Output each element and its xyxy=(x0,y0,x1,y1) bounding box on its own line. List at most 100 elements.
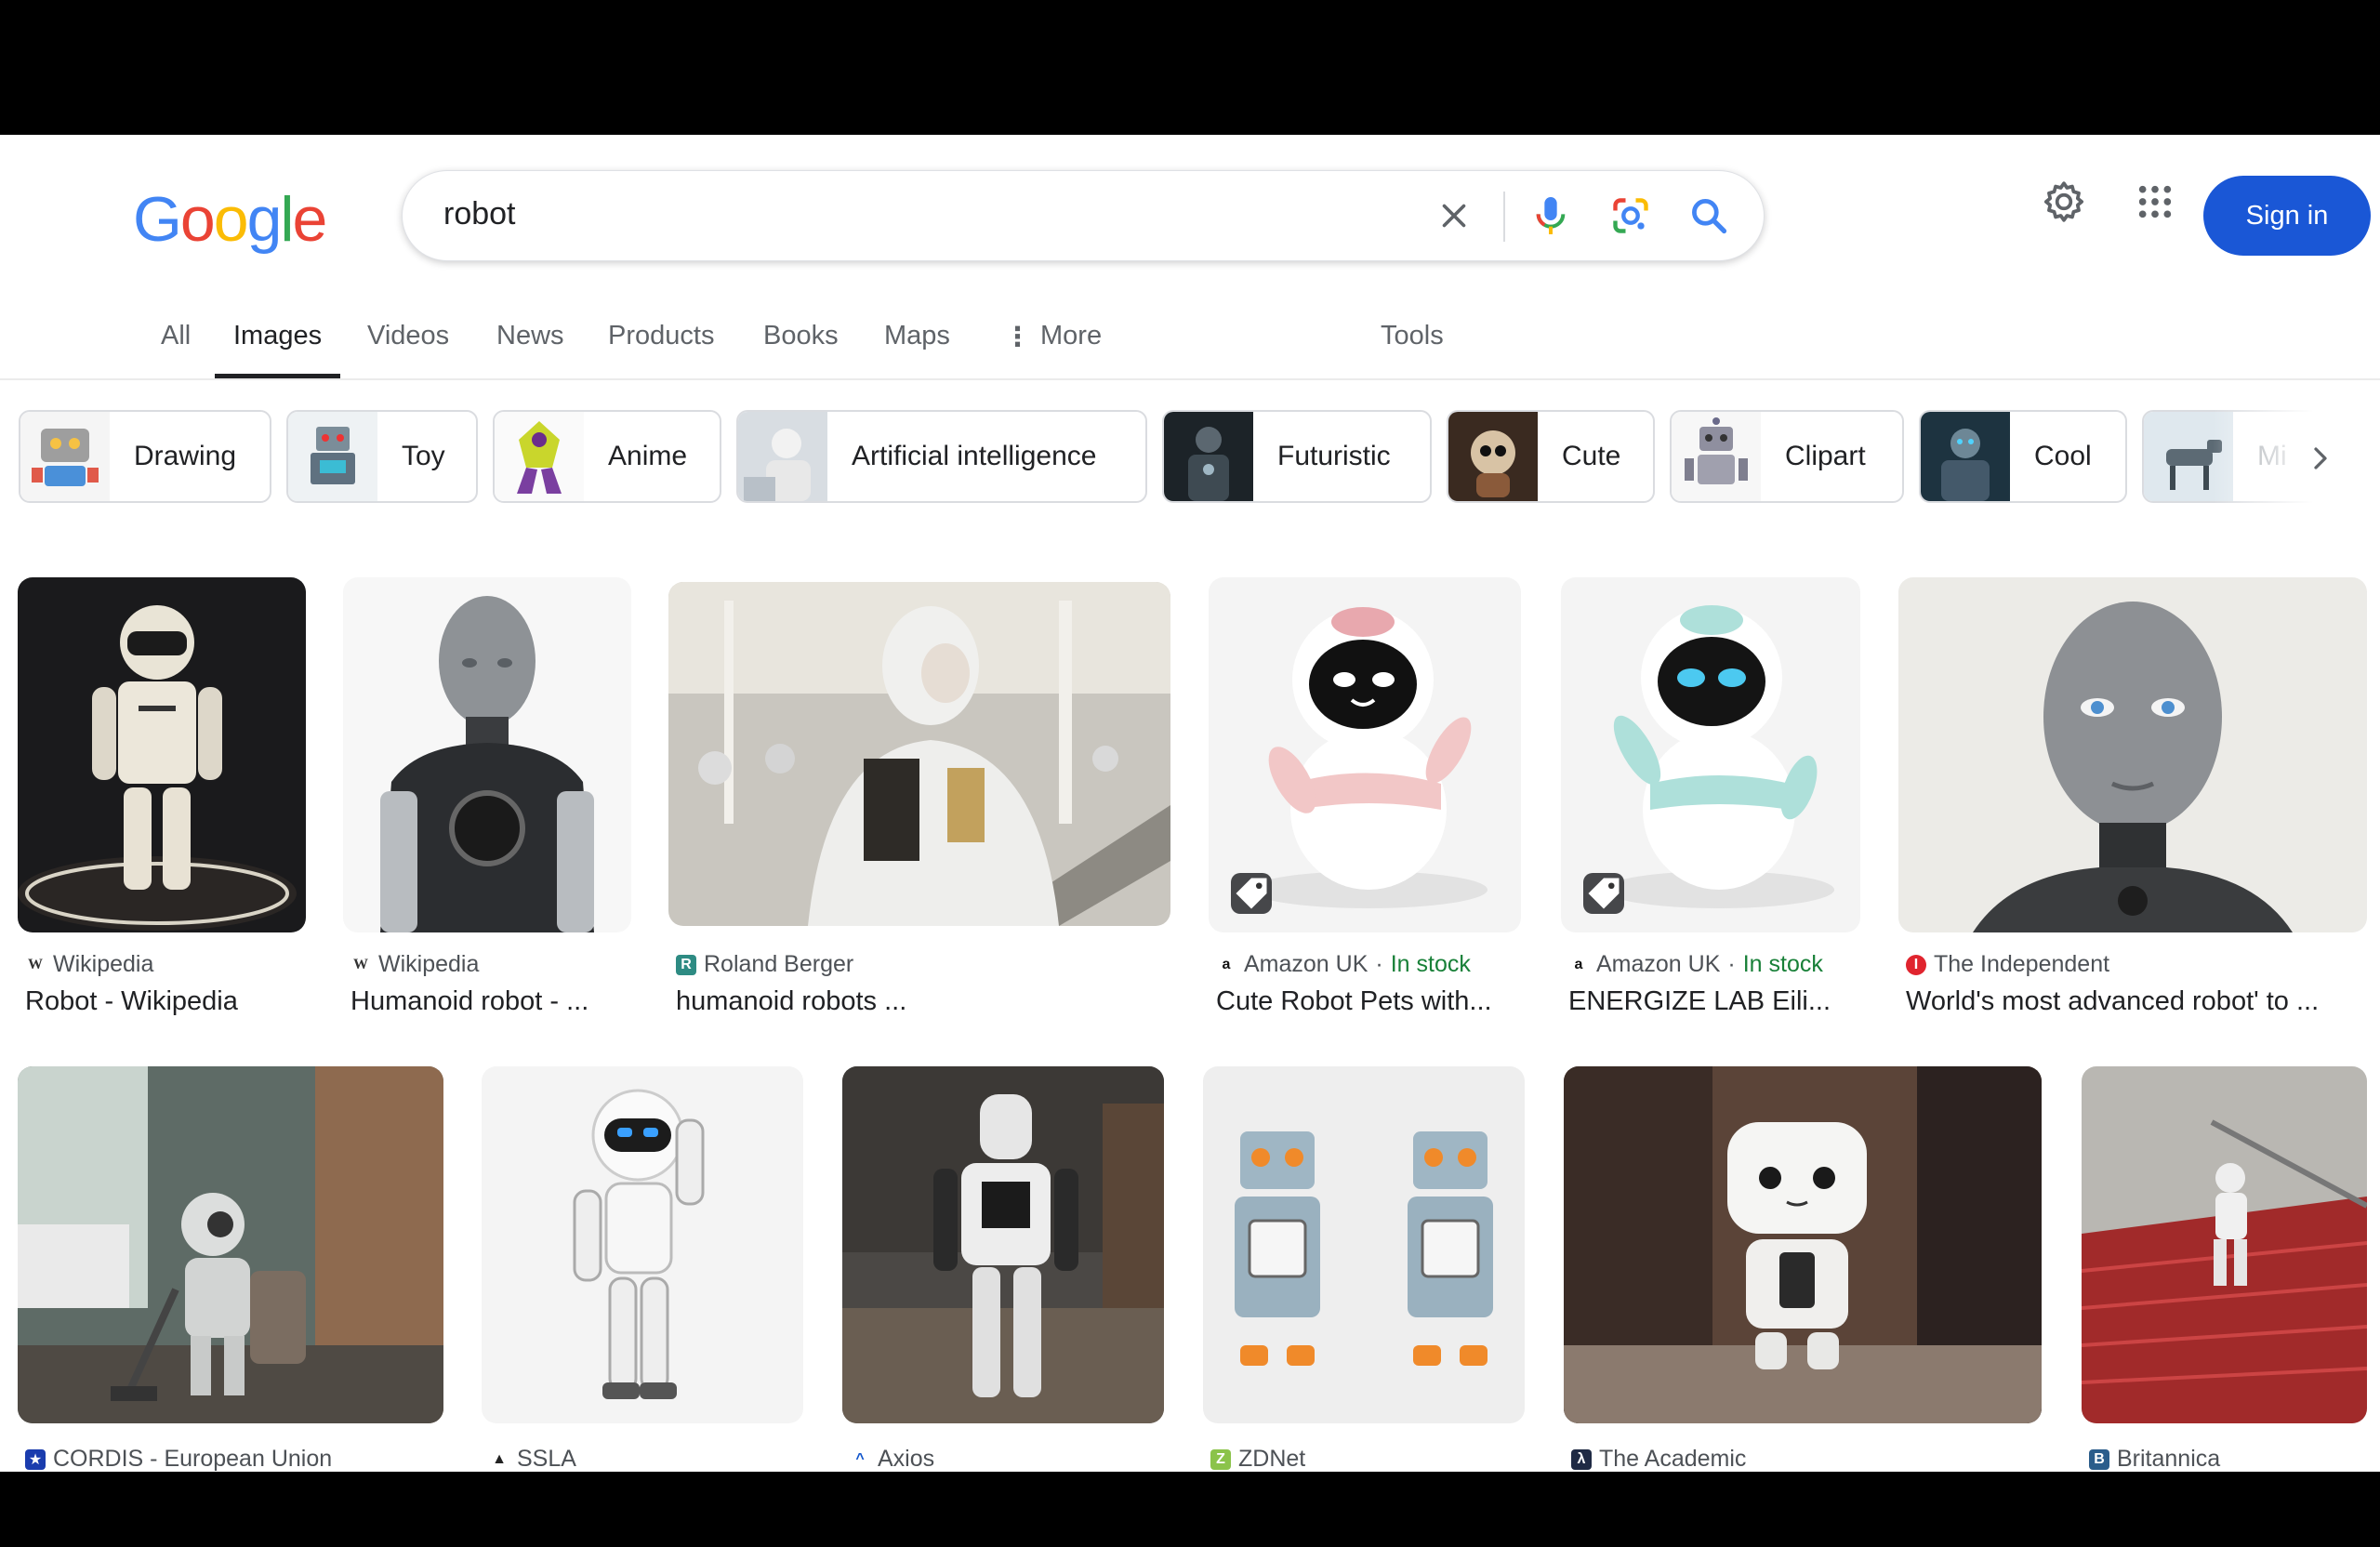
microphone-icon[interactable] xyxy=(1522,187,1580,245)
chip-anime[interactable]: Anime xyxy=(493,410,721,503)
result-image[interactable] xyxy=(842,1066,1164,1423)
logo-letter: G xyxy=(133,184,182,255)
separator: · xyxy=(1375,951,1383,977)
logo-letter: o xyxy=(213,184,249,255)
chip-label: Artificial intelligence xyxy=(852,441,1097,471)
result-source[interactable]: ^ Axios xyxy=(850,1446,934,1472)
logo-letter: g xyxy=(246,184,283,255)
the-academic-favicon-icon: λ xyxy=(1571,1448,1592,1470)
chips-next-chevron-icon[interactable] xyxy=(2293,430,2348,486)
logo-letter: o xyxy=(179,184,216,255)
chip-thumbnail xyxy=(20,412,110,501)
image-result[interactable]: a Amazon UK · In stock ENERGIZE LAB Eili… xyxy=(1561,577,1860,1016)
result-source[interactable]: a Amazon UK · In stock xyxy=(1568,951,1823,978)
clear-icon[interactable] xyxy=(1425,187,1483,245)
apps-grid-icon[interactable] xyxy=(2125,172,2185,231)
source-name: Axios xyxy=(878,1446,935,1472)
roland-berger-favicon-icon: R xyxy=(676,954,696,975)
tab-videos[interactable]: Videos xyxy=(367,311,449,378)
logo-letter: l xyxy=(280,184,294,255)
image-result[interactable]: W Wikipedia Robot - Wikipedia xyxy=(18,577,306,1016)
result-image[interactable] xyxy=(1203,1066,1525,1423)
result-title[interactable]: humanoid robots ... xyxy=(676,986,1170,1017)
chip-thumbnail xyxy=(288,412,377,501)
result-image[interactable] xyxy=(1561,577,1860,932)
tab-more[interactable]: ⋮ More xyxy=(1004,311,1102,378)
tab-images[interactable]: Images xyxy=(215,311,341,378)
google-logo[interactable]: Google xyxy=(133,183,327,256)
result-image[interactable] xyxy=(2082,1066,2367,1423)
in-stock-label: In stock xyxy=(1390,951,1471,977)
chip-cool[interactable]: Cool xyxy=(1919,410,2127,503)
chip-drawing[interactable]: Drawing xyxy=(19,410,271,503)
refinement-chips: Drawing Toy Anime Artificial intelligenc… xyxy=(0,410,2380,507)
result-title[interactable]: World's most advanced robot' to ... xyxy=(1906,986,2367,1017)
result-image[interactable] xyxy=(18,577,306,932)
google-images-page: Google robot Sign in All Images Videos N… xyxy=(0,135,2380,1472)
image-result[interactable]: I The Independent World's most advanced … xyxy=(1898,577,2367,1016)
image-result[interactable]: ★ CORDIS - European Union xyxy=(18,1066,443,1472)
result-source[interactable]: I The Independent xyxy=(1906,951,2109,978)
result-image[interactable] xyxy=(1209,577,1521,932)
image-result[interactable]: Z ZDNet xyxy=(1203,1066,1525,1472)
tab-maps[interactable]: Maps xyxy=(884,311,950,378)
chip-artificial-intelligence[interactable]: Artificial intelligence xyxy=(736,410,1147,503)
more-vert-icon: ⋮ xyxy=(1004,323,1031,352)
result-image[interactable] xyxy=(18,1066,443,1423)
result-image[interactable] xyxy=(482,1066,803,1423)
chip-thumbnail xyxy=(1921,412,2010,501)
settings-gear-icon[interactable] xyxy=(2034,172,2094,231)
image-result[interactable]: ▲ SSLA xyxy=(482,1066,803,1472)
product-tag-icon xyxy=(1583,873,1624,914)
chip-toy[interactable]: Toy xyxy=(286,410,478,503)
tab-news[interactable]: News xyxy=(496,311,564,378)
sign-in-button[interactable]: Sign in xyxy=(2203,176,2371,256)
result-image[interactable] xyxy=(1564,1066,2042,1423)
chip-clipart[interactable]: Clipart xyxy=(1670,410,1904,503)
separator: · xyxy=(1727,951,1736,977)
chip-cute[interactable]: Cute xyxy=(1447,410,1655,503)
image-result[interactable]: ^ Axios xyxy=(842,1066,1164,1472)
result-source[interactable]: ▲ SSLA xyxy=(489,1446,576,1472)
result-source[interactable]: W Wikipedia xyxy=(350,951,479,978)
image-result[interactable]: W Wikipedia Humanoid robot - ... xyxy=(343,577,631,1016)
chip-futuristic[interactable]: Futuristic xyxy=(1162,410,1432,503)
search-box[interactable]: robot xyxy=(402,170,1765,261)
result-source[interactable]: B Britannica xyxy=(2089,1446,2220,1472)
result-source[interactable]: R Roland Berger xyxy=(676,951,853,978)
source-name: The Academic xyxy=(1599,1446,1747,1472)
product-tag-icon xyxy=(1231,873,1272,914)
tab-all[interactable]: All xyxy=(161,311,191,378)
tab-products[interactable]: Products xyxy=(608,311,714,378)
image-result[interactable]: R Roland Berger humanoid robots ... xyxy=(668,582,1170,1016)
result-image[interactable] xyxy=(343,577,631,932)
search-divider xyxy=(1503,192,1505,242)
chip-thumbnail xyxy=(738,412,827,501)
search-icon[interactable] xyxy=(1680,187,1738,245)
search-input[interactable]: robot xyxy=(443,196,516,232)
result-source[interactable]: a Amazon UK · In stock xyxy=(1216,951,1471,978)
result-source[interactable]: W Wikipedia xyxy=(25,951,153,978)
lens-camera-icon[interactable] xyxy=(1602,187,1659,245)
result-image[interactable] xyxy=(668,582,1170,926)
source-name: Britannica xyxy=(2117,1446,2221,1472)
result-source[interactable]: ★ CORDIS - European Union xyxy=(25,1446,332,1472)
image-result[interactable]: λ The Academic xyxy=(1564,1066,2042,1472)
image-result[interactable]: a Amazon UK · In stock Cute Robot Pets w… xyxy=(1209,577,1521,1016)
chip-label: Futuristic xyxy=(1277,441,1391,471)
tools-button[interactable]: Tools xyxy=(1381,311,1444,378)
ssla-favicon-icon: ▲ xyxy=(489,1448,509,1470)
result-source[interactable]: λ The Academic xyxy=(1571,1446,1746,1472)
source-name: The Independent xyxy=(1934,951,2110,977)
tab-books[interactable]: Books xyxy=(763,311,839,378)
result-title[interactable]: Cute Robot Pets with... xyxy=(1216,986,1521,1017)
result-title[interactable]: ENERGIZE LAB Eili... xyxy=(1568,986,1860,1017)
result-title[interactable]: Humanoid robot - ... xyxy=(350,986,631,1017)
result-image[interactable] xyxy=(1898,577,2367,932)
the-independent-favicon-icon: I xyxy=(1906,954,1926,975)
image-result[interactable]: B Britannica xyxy=(2082,1066,2367,1472)
result-source[interactable]: Z ZDNet xyxy=(1210,1446,1305,1472)
source-name: CORDIS - European Union xyxy=(53,1446,333,1472)
amazon-favicon-icon: a xyxy=(1568,954,1589,975)
result-title[interactable]: Robot - Wikipedia xyxy=(25,986,306,1017)
